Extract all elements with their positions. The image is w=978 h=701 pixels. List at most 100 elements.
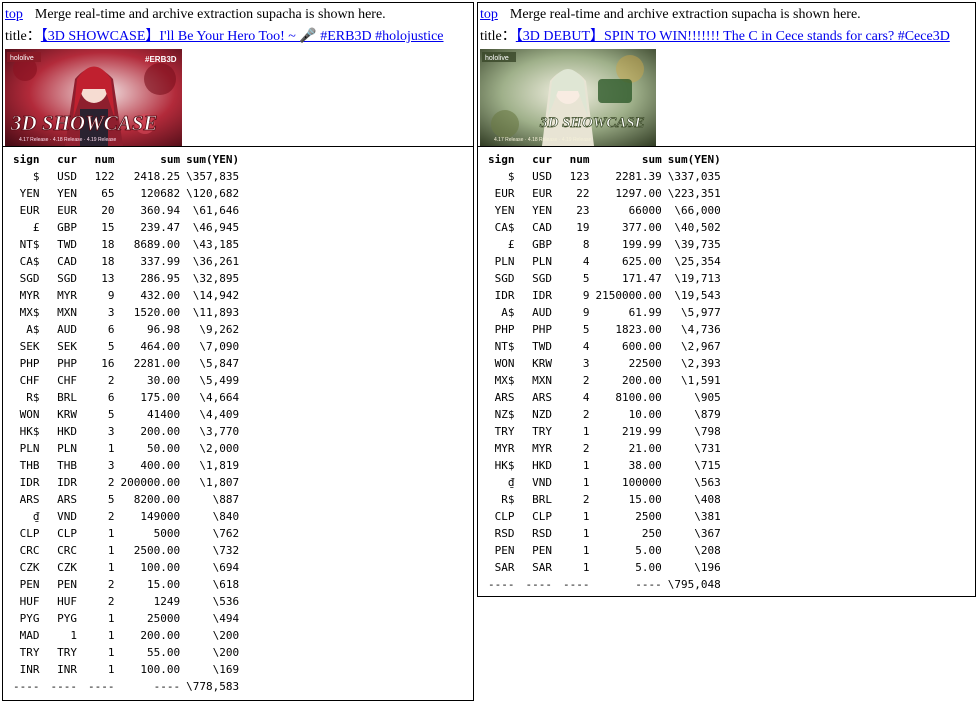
cell-sum-yen: \19,543 bbox=[674, 289, 721, 302]
cell-num: 2 bbox=[107, 476, 115, 489]
table-row: CRC CRC 1 2500.00 \732 bbox=[10, 542, 242, 559]
cell-sign: PYG bbox=[19, 612, 40, 625]
col-sum: sum bbox=[160, 153, 181, 166]
cell-num: 6 bbox=[107, 391, 115, 404]
cell-sign: CZK bbox=[19, 561, 40, 574]
cell-sign: MYR bbox=[19, 289, 40, 302]
cell-sign: WON bbox=[19, 408, 40, 421]
left-title-link[interactable]: 【3D SHOWCASE】I'll Be Your Hero Too! ~ 🎤 … bbox=[41, 29, 444, 44]
right-top-line: top Merge real-time and archive extractio… bbox=[478, 3, 975, 27]
cell-sign: ARS bbox=[494, 391, 515, 404]
cell-sum-yen: \563 bbox=[694, 476, 721, 489]
table-row: $ USD 122 2418.25 \357,835 bbox=[10, 168, 242, 185]
cell-num: 18 bbox=[101, 255, 115, 268]
table-row: HUF HUF 2 1249 \536 bbox=[10, 593, 242, 610]
cell-sum-yen: \4,409 bbox=[199, 408, 240, 421]
col-sum: sum bbox=[641, 153, 662, 166]
table-row: NZ$ NZD 2 10.00 \879 bbox=[485, 406, 724, 423]
cell-sign: THB bbox=[19, 459, 40, 472]
cell-cur: HUF bbox=[57, 595, 77, 608]
table-row: MYR MYR 2 21.00 \731 bbox=[485, 440, 724, 457]
cell-cur: VND bbox=[57, 510, 77, 523]
cell-sign: A$ bbox=[501, 306, 515, 319]
cell-sign: CLP bbox=[19, 527, 40, 540]
table-row: A$ AUD 9 61.99 \5,977 bbox=[485, 304, 724, 321]
cell-sum: 2281.39 bbox=[615, 170, 662, 183]
cell-sum-yen: \61,646 bbox=[192, 204, 240, 217]
table-header-row: sign cur num sum sum(YEN) bbox=[10, 151, 242, 168]
cell-sum-yen: \494 bbox=[212, 612, 240, 625]
cell-cur: CLP bbox=[57, 527, 77, 540]
cell-num: 15 bbox=[101, 221, 115, 234]
right-description: Merge real-time and archive extraction s… bbox=[509, 7, 861, 22]
cell-sign: MYR bbox=[494, 442, 515, 455]
cell-sum: 2500 bbox=[635, 510, 662, 523]
cell-sum-yen: \778,583 bbox=[186, 680, 240, 693]
cell-cur: INR bbox=[57, 663, 77, 676]
right-title-link[interactable]: 【3D DEBUT】SPIN TO WIN!!!!!!! The C in Ce… bbox=[516, 29, 950, 44]
cell-cur: NZD bbox=[532, 408, 552, 421]
cell-sum: 432.00 bbox=[140, 289, 181, 302]
left-title-label: title： bbox=[5, 29, 41, 44]
cell-sum-yen: \798 bbox=[694, 425, 721, 438]
cell-sum-yen: \208 bbox=[694, 544, 721, 557]
cell-num: 8 bbox=[582, 238, 590, 251]
left-thumbnail-art: hololive #ERB3D 3D SHOWCASE 4.17 Release… bbox=[5, 49, 182, 146]
cell-cur: TRY bbox=[57, 646, 77, 659]
cell-sign: EUR bbox=[19, 204, 40, 217]
cell-sign: PEN bbox=[19, 578, 40, 591]
cell-cur: SGD bbox=[532, 272, 552, 285]
cell-sum: 21.00 bbox=[628, 442, 662, 455]
cell-num: 1 bbox=[582, 561, 590, 574]
cell-sum-yen: \9,262 bbox=[199, 323, 240, 336]
table-row: NT$ TWD 4 600.00 \2,967 bbox=[485, 338, 724, 355]
cell-sum: 337.99 bbox=[140, 255, 181, 268]
cell-cur: HKD bbox=[532, 459, 552, 472]
table-row: EUR EUR 22 1297.00 \223,351 bbox=[485, 185, 724, 202]
cell-sign: NZ$ bbox=[494, 408, 515, 421]
col-sign: sign bbox=[13, 153, 40, 166]
table-row: PHP PHP 16 2281.00 \5,847 bbox=[10, 355, 242, 372]
cell-cur: SGD bbox=[57, 272, 77, 285]
cell-sum: 8200.00 bbox=[133, 493, 181, 506]
cell-cur: EUR bbox=[57, 204, 77, 217]
cell-sum: 199.99 bbox=[621, 238, 662, 251]
cell-sum-yen: \43,185 bbox=[192, 238, 240, 251]
table-row: NT$ TWD 18 8689.00 \43,185 bbox=[10, 236, 242, 253]
cell-sign: HK$ bbox=[494, 459, 515, 472]
cell-sum: 2281.00 bbox=[133, 357, 181, 370]
cell-cur: IDR bbox=[532, 289, 552, 302]
cell-cur: CAD bbox=[57, 255, 77, 268]
cell-num: 1 bbox=[582, 459, 590, 472]
right-title-line: title：【3D DEBUT】SPIN TO WIN!!!!!!! The C… bbox=[478, 27, 975, 47]
cell-cur: THB bbox=[57, 459, 77, 472]
table-row: HK$ HKD 1 38.00 \715 bbox=[485, 457, 724, 474]
cell-sum: 239.47 bbox=[140, 221, 181, 234]
cell-sum-yen: \3,770 bbox=[199, 425, 240, 438]
cell-num: 18 bbox=[101, 238, 115, 251]
cell-num: 1 bbox=[582, 476, 590, 489]
cell-num: 1 bbox=[107, 612, 115, 625]
right-thumbnail[interactable]: hololive 3D SHOWCASE 4.17 Release · 4.18… bbox=[480, 49, 656, 146]
cell-cur: SAR bbox=[532, 561, 552, 574]
cell-cur: HKD bbox=[57, 425, 77, 438]
left-thumbnail[interactable]: hololive #ERB3D 3D SHOWCASE 4.17 Release… bbox=[5, 49, 182, 146]
cell-num: 4 bbox=[582, 340, 590, 353]
cell-sign: $ bbox=[32, 170, 40, 183]
cell-sum: 100000 bbox=[621, 476, 662, 489]
cell-sign: ---- bbox=[488, 578, 515, 591]
cell-cur: ---- bbox=[525, 578, 553, 591]
cell-num: 2 bbox=[582, 408, 590, 421]
cell-cur: CLP bbox=[532, 510, 552, 523]
table-row: PYG PYG 1 25000 \494 bbox=[10, 610, 242, 627]
cell-num: 1 bbox=[107, 663, 115, 676]
cell-sum: 38.00 bbox=[628, 459, 662, 472]
cell-sum: 1297.00 bbox=[615, 187, 662, 200]
cell-sum: 400.00 bbox=[140, 459, 181, 472]
right-top-link[interactable]: top bbox=[480, 7, 498, 22]
cell-cur: PEN bbox=[532, 544, 552, 557]
cell-num: 1 bbox=[582, 544, 590, 557]
cell-sum: 30.00 bbox=[146, 374, 181, 387]
table-row: R$ BRL 2 15.00 \408 bbox=[485, 491, 724, 508]
left-top-link[interactable]: top bbox=[5, 7, 23, 22]
